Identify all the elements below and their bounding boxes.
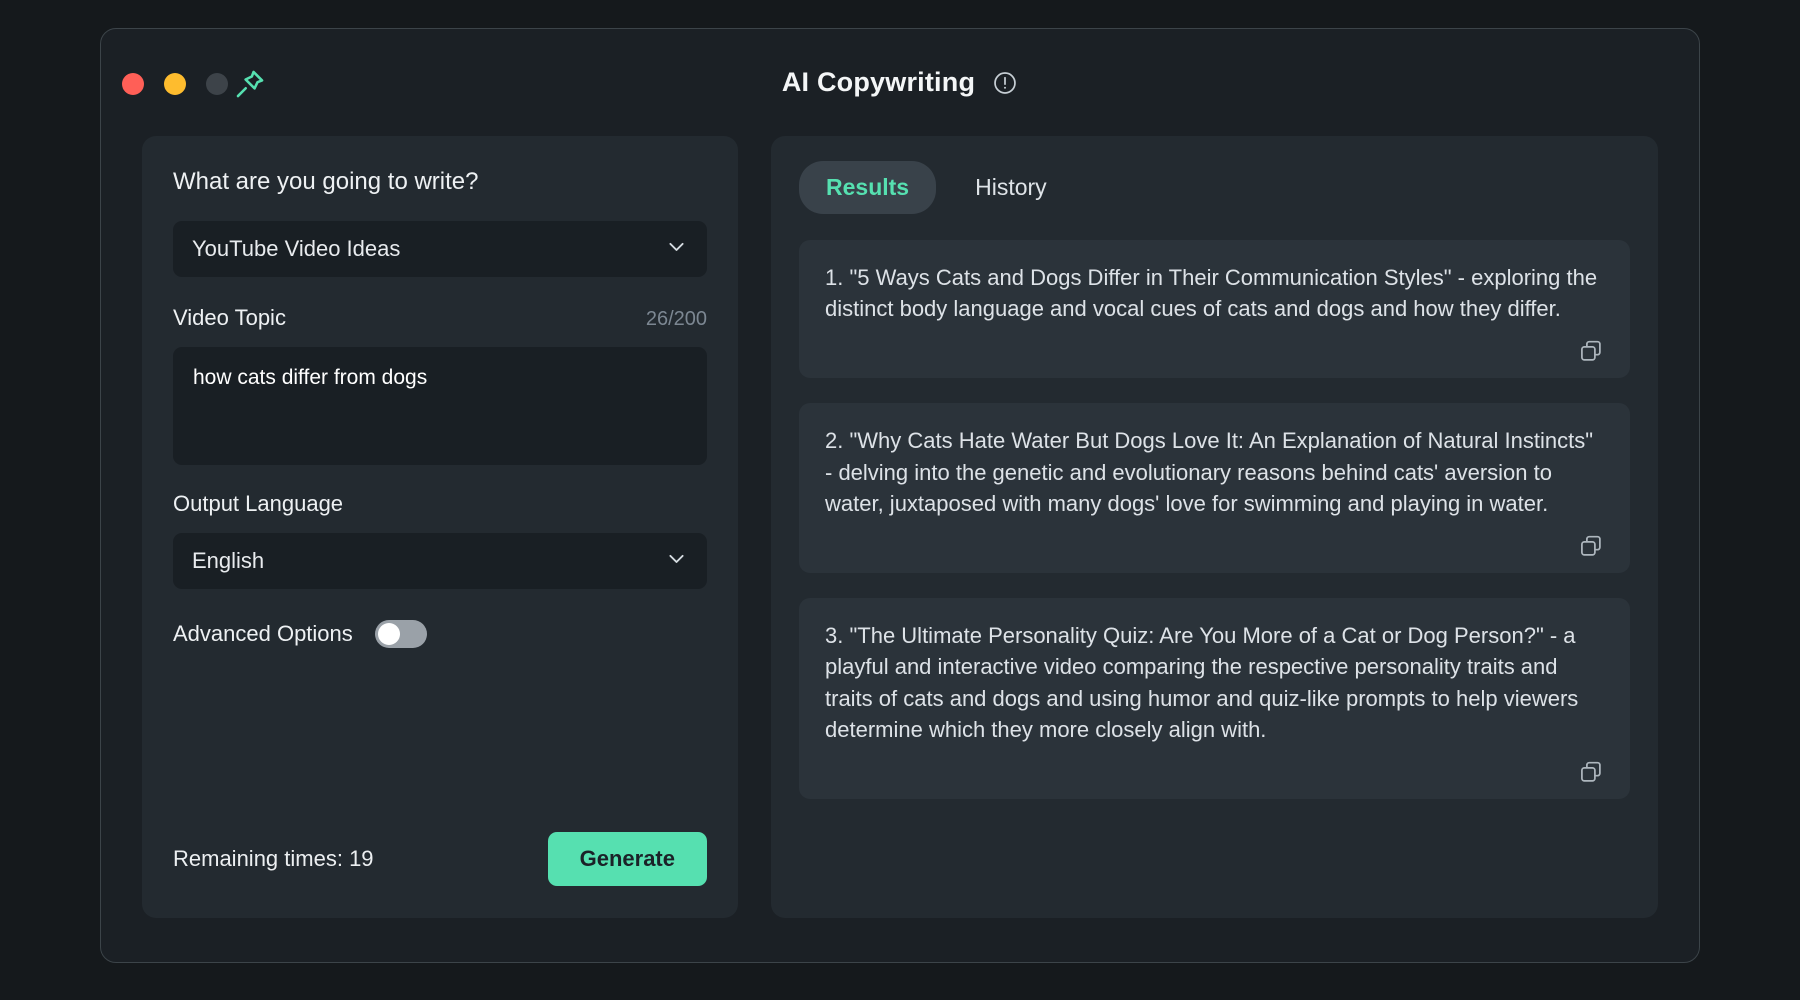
language-label: Output Language [173,491,707,517]
form-heading: What are you going to write? [173,168,707,196]
result-card[interactable]: 2. "Why Cats Hate Water But Dogs Love It… [799,403,1630,573]
results-list: 1. "5 Ways Cats and Dogs Differ in Their… [799,240,1630,799]
tab-history[interactable]: History [948,161,1074,214]
language-select[interactable]: English [173,533,707,589]
chevron-down-icon [666,548,687,575]
window-title-group: AI Copywriting [101,67,1699,98]
copy-icon[interactable] [1578,338,1604,364]
form-spacer [173,648,707,832]
result-card-actions [825,533,1604,559]
result-card[interactable]: 1. "5 Ways Cats and Dogs Differ in Their… [799,240,1630,378]
advanced-options-toggle[interactable] [375,620,427,648]
topic-char-counter: 26/200 [646,308,707,331]
results-tabs: Results History [799,161,1630,214]
advanced-options-row: Advanced Options [173,620,707,648]
app-window: AI Copywriting What are you going to wri… [100,28,1700,963]
toggle-knob [378,623,400,645]
advanced-options-label: Advanced Options [173,621,353,647]
page-title: AI Copywriting [782,67,975,98]
topic-label: Video Topic [173,305,286,331]
copy-icon[interactable] [1578,533,1604,559]
topic-input[interactable]: how cats differ from dogs [173,347,707,465]
form-footer: Remaining times: 19 Generate [173,832,707,918]
title-bar: AI Copywriting [101,29,1699,107]
results-panel: Results History 1. "5 Ways Cats and Dogs… [771,136,1658,918]
result-card[interactable]: 3. "The Ultimate Personality Quiz: Are Y… [799,598,1630,799]
topic-field-header: Video Topic 26/200 [173,305,707,331]
template-select-value: YouTube Video Ideas [192,236,400,262]
result-card-actions [825,338,1604,364]
remaining-times-label: Remaining times: 19 [173,846,374,872]
chevron-down-icon [666,236,687,263]
generate-button[interactable]: Generate [548,832,707,886]
copy-icon[interactable] [1578,759,1604,785]
result-card-actions [825,759,1604,785]
result-text: 2. "Why Cats Hate Water But Dogs Love It… [825,425,1604,519]
exclamation-circle-icon[interactable] [992,70,1018,96]
result-text: 1. "5 Ways Cats and Dogs Differ in Their… [825,262,1604,324]
template-select[interactable]: YouTube Video Ideas [173,221,707,277]
language-select-value: English [192,548,264,574]
tab-results[interactable]: Results [799,161,936,214]
main-content: What are you going to write? YouTube Vid… [101,107,1699,962]
result-text: 3. "The Ultimate Personality Quiz: Are Y… [825,620,1604,745]
form-panel: What are you going to write? YouTube Vid… [142,136,738,918]
